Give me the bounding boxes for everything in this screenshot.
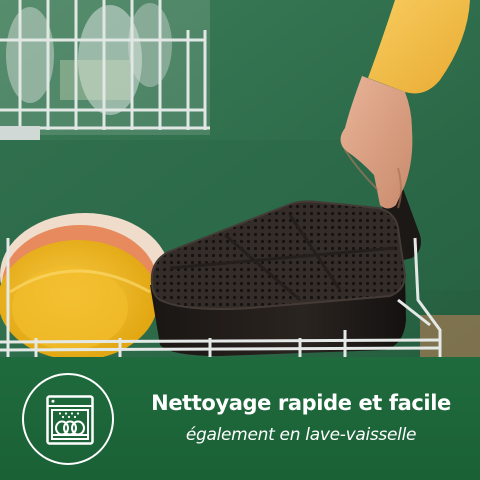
- upper-rack: [0, 0, 210, 140]
- feature-banner: Nettoyage rapide et facile également en …: [0, 357, 480, 480]
- dishwasher-badge: [22, 373, 114, 465]
- banner-subline: également en lave-vaisselle: [185, 425, 417, 445]
- product-image: Nettoyage rapide et facile également en …: [0, 0, 480, 480]
- dishwasher-icon: [46, 395, 94, 445]
- dishwasher-photo: [0, 0, 480, 357]
- banner-headline: Nettoyage rapide et facile: [151, 391, 451, 415]
